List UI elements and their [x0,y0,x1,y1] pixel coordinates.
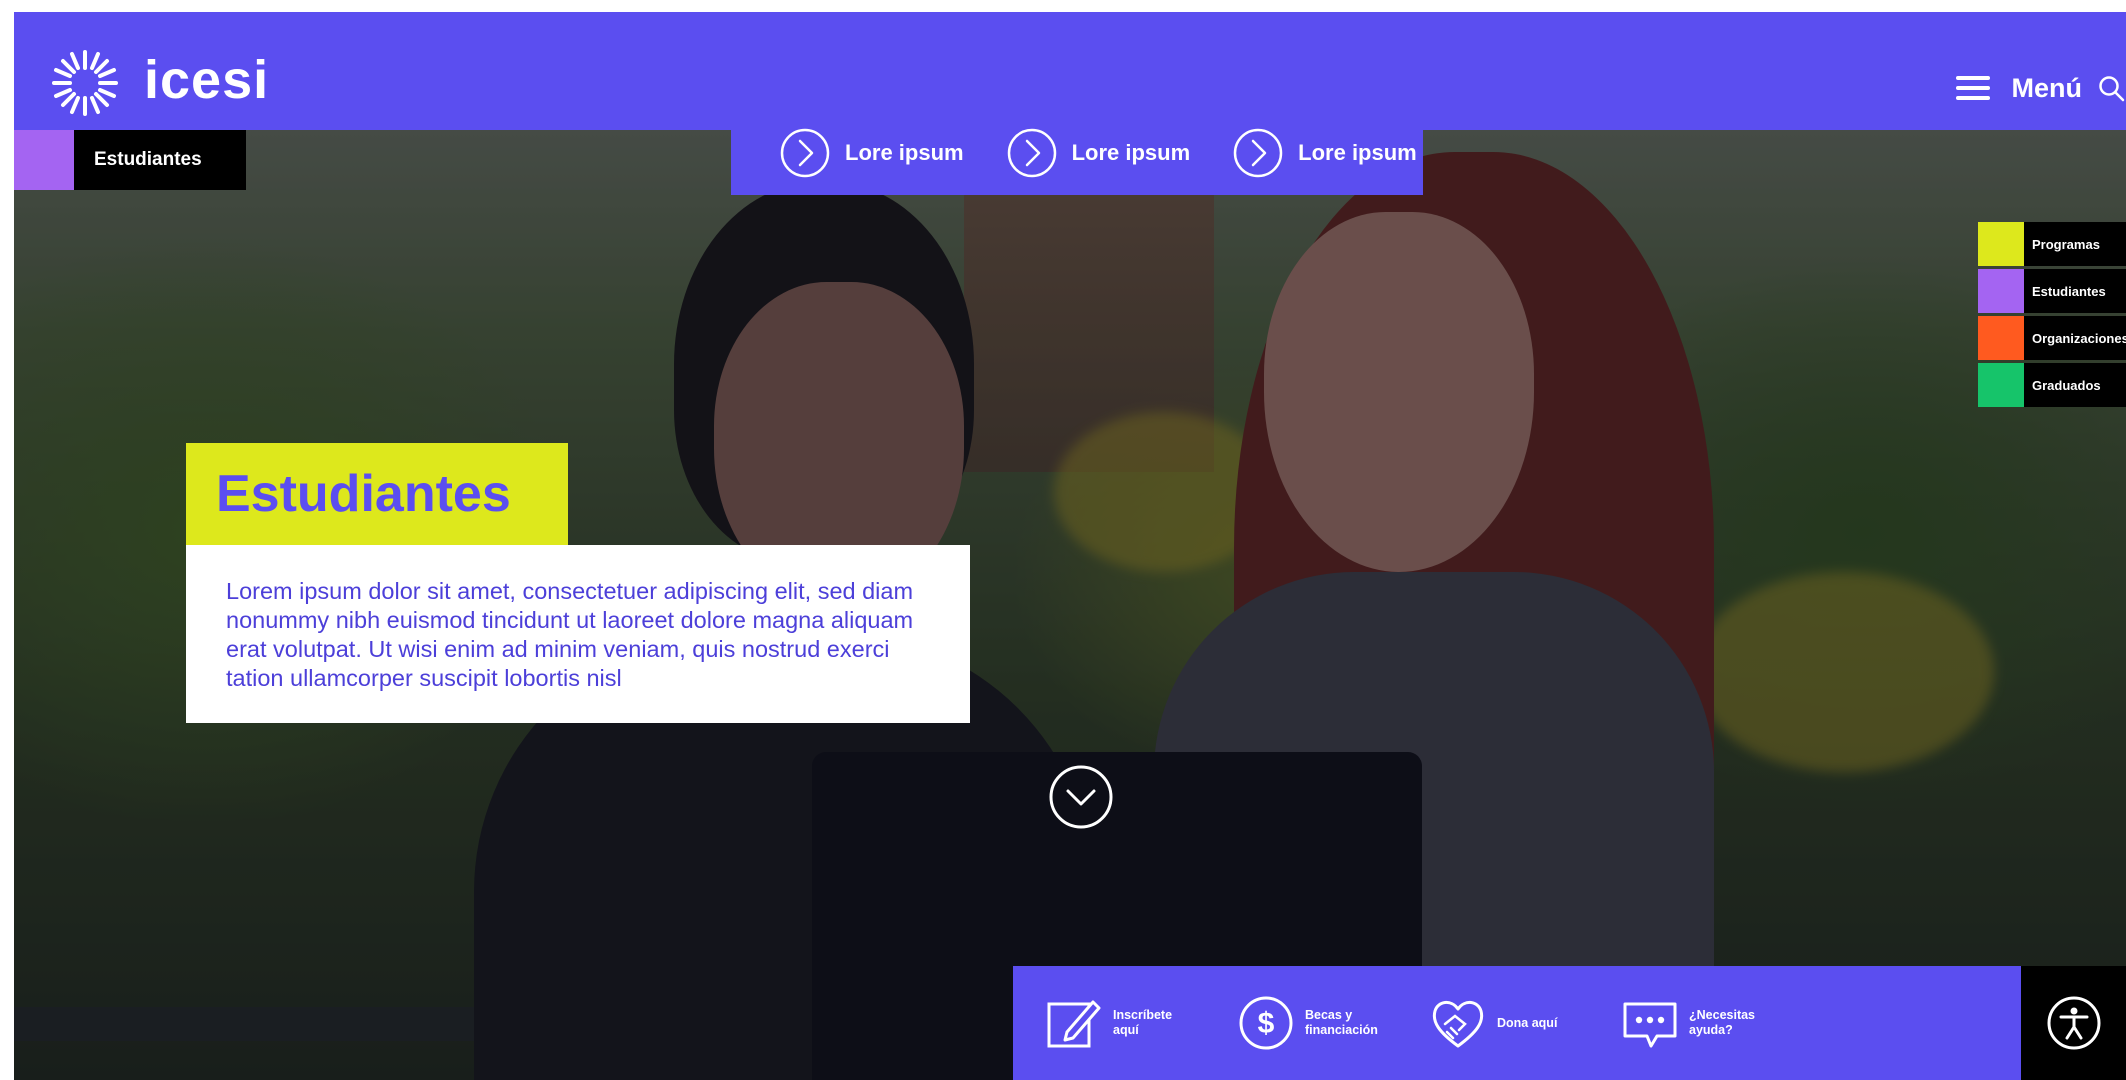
breadcrumb[interactable]: Estudiantes [74,130,246,190]
scholarships-button[interactable]: $ Becas y financiación [1237,994,1381,1052]
quick-link-label: Lore ipsum [1298,139,1417,165]
dollar-circle-icon: $ [1239,996,1293,1050]
quick-link-3[interactable]: Lore ipsum [1232,127,1417,179]
chevron-right-circle-icon [1233,128,1283,177]
quick-link-label: Lore ipsum [845,139,964,165]
breadcrumb-accent [14,130,74,190]
menu-label: Menú [2011,72,2083,103]
menu-toggle[interactable]: Menú [1955,70,2126,106]
svg-text:$: $ [1258,1007,1275,1040]
accessibility-icon [2047,996,2100,1050]
side-tag-organizaciones[interactable]: Organizaciones [1978,316,2126,360]
action-bar: Inscríbete aquí $ Becas y financiación D… [1013,966,2021,1080]
heart-handshake-icon [1432,1001,1484,1048]
quick-link-label: Lore ipsum [1071,139,1191,165]
hero-title: Estudiantes [216,465,511,523]
action-label: ¿Necesitas ayuda? [1689,1008,1756,1037]
icesi-logo-icon[interactable] [50,48,120,118]
action-label: Becas y financiación [1305,1008,1378,1037]
side-tag-graduados[interactable]: Graduados [1978,363,2126,407]
tag-swatch [1978,269,2024,313]
hero-title-box: Estudiantes [186,443,568,545]
chevron-right-circle-icon [1007,128,1056,177]
hero-description: Lorem ipsum dolor sit amet, consectetuer… [226,578,914,691]
audience-tags: Programas Estudiantes Organizaciones Gra… [1978,222,2126,410]
quick-link-2[interactable]: Lore ipsum [1006,127,1191,179]
side-tag-estudiantes[interactable]: Estudiantes [1978,269,2126,313]
chevron-right-circle-icon [780,128,830,177]
hamburger-icon [1955,76,1990,100]
quick-link-1[interactable]: Lore ipsum [779,127,964,179]
enroll-button[interactable]: Inscríbete aquí [1045,994,1189,1052]
hero-description-box: Lorem ipsum dolor sit amet, consectetuer… [186,545,970,723]
tag-label: Programas [2024,222,2126,266]
chat-bubble-icon [1623,1002,1677,1048]
tag-swatch [1978,363,2024,407]
scroll-down-icon[interactable] [1048,764,1114,830]
accessibility-button[interactable] [2021,966,2126,1080]
tag-label: Organizaciones [2024,316,2126,360]
brand-name[interactable]: icesi [144,50,269,110]
help-button[interactable]: ¿Necesitas ayuda? [1621,994,1765,1052]
action-label: Inscríbete aquí [1113,1008,1173,1037]
side-tag-programas[interactable]: Programas [1978,222,2126,266]
tag-swatch [1978,316,2024,360]
tag-swatch [1978,222,2024,266]
donate-button[interactable]: Dona aquí [1429,994,1573,1052]
pencil-square-icon [1047,1000,1101,1048]
action-label: Dona aquí [1497,1015,1558,1030]
quick-links-bar: Lore ipsum Lore ipsum Lore ipsum [731,110,1423,195]
tag-label: Graduados [2024,363,2126,407]
search-icon[interactable] [2096,73,2126,103]
tag-label: Estudiantes [2024,269,2126,313]
